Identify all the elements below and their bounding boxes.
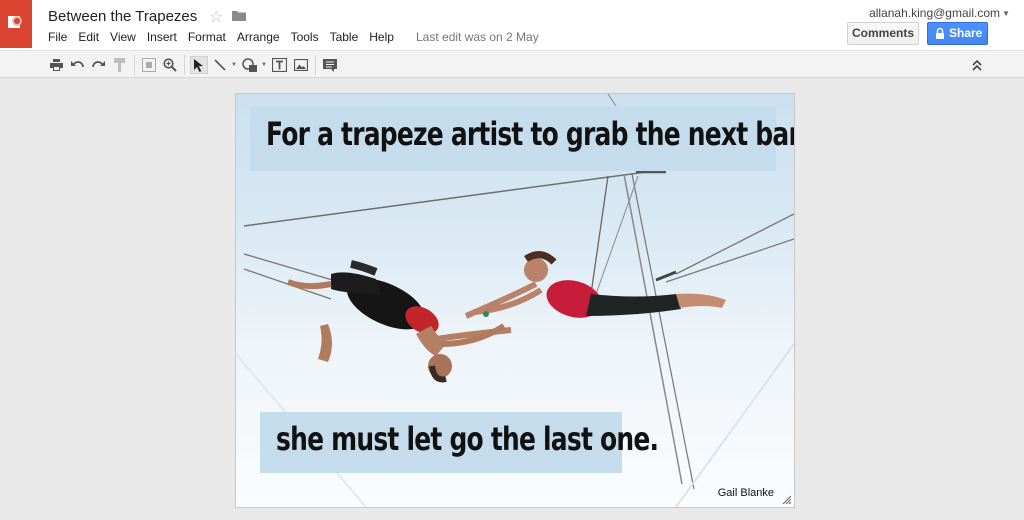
star-icon[interactable]: ☆: [209, 7, 223, 27]
quote-bottom-box[interactable]: she must let go the last one.: [260, 412, 659, 473]
toolbar: ▼ ▼: [0, 50, 1024, 78]
comments-button[interactable]: Comments: [847, 22, 919, 45]
line-menu-caret-icon[interactable]: ▼: [231, 62, 237, 68]
quote-top-text: For a trapeze artist to grab the next ba…: [266, 115, 795, 153]
folder-icon[interactable]: [232, 10, 246, 21]
slide[interactable]: For a trapeze artist to grab the next ba…: [235, 93, 795, 508]
menu-tools[interactable]: Tools: [291, 30, 319, 44]
account-email[interactable]: allanah.king@gmail.com: [869, 6, 1000, 20]
collapse-icon[interactable]: [968, 56, 986, 74]
fit-icon[interactable]: [140, 56, 158, 74]
menu-view[interactable]: View: [110, 30, 136, 44]
share-label: Share: [949, 26, 983, 40]
menu-insert[interactable]: Insert: [147, 30, 177, 44]
slides-logo[interactable]: [0, 0, 32, 48]
document-title[interactable]: Between the Trapezes: [48, 8, 197, 25]
last-edit-link[interactable]: Last edit was on 2 May: [416, 30, 539, 44]
undo-icon[interactable]: [68, 56, 86, 74]
lock-icon: [936, 28, 944, 39]
paint-format-icon[interactable]: [111, 56, 129, 74]
redo-icon[interactable]: [89, 56, 107, 74]
photo-credit: Gail Blanke: [717, 487, 774, 499]
menu-arrange[interactable]: Arrange: [237, 30, 280, 44]
toolbar-divider: [134, 55, 135, 75]
zoom-icon[interactable]: [161, 56, 179, 74]
menu-file[interactable]: File: [48, 30, 67, 44]
quote-top-box[interactable]: For a trapeze artist to grab the next ba…: [250, 107, 794, 171]
line-icon[interactable]: [211, 56, 229, 74]
menu-bar: File Edit View Insert Format Arrange Too…: [48, 30, 405, 44]
slides-app: Between the Trapezes ☆ File Edit View In…: [0, 0, 1024, 520]
select-icon[interactable]: [190, 56, 208, 74]
text-box-icon[interactable]: [270, 56, 288, 74]
menu-help[interactable]: Help: [369, 30, 394, 44]
shape-menu-caret-icon[interactable]: ▼: [261, 62, 267, 68]
menu-format[interactable]: Format: [188, 30, 226, 44]
resize-handle-icon[interactable]: [781, 494, 791, 504]
print-icon[interactable]: [47, 56, 65, 74]
toolbar-divider: [184, 55, 185, 75]
menu-table[interactable]: Table: [330, 30, 359, 44]
share-button[interactable]: Share: [927, 22, 988, 45]
slide-canvas[interactable]: For a trapeze artist to grab the next ba…: [0, 79, 1024, 520]
toolbar-divider: [315, 55, 316, 75]
slides-logo-icon: [8, 16, 22, 28]
app-header: Between the Trapezes ☆ File Edit View In…: [0, 0, 1024, 50]
comment-icon[interactable]: [321, 56, 339, 74]
chevron-down-icon[interactable]: ▼: [1002, 9, 1010, 18]
shape-icon[interactable]: [241, 56, 259, 74]
image-icon[interactable]: [292, 56, 310, 74]
quote-bottom-text: she must let go the last one.: [276, 420, 659, 458]
menu-edit[interactable]: Edit: [78, 30, 99, 44]
